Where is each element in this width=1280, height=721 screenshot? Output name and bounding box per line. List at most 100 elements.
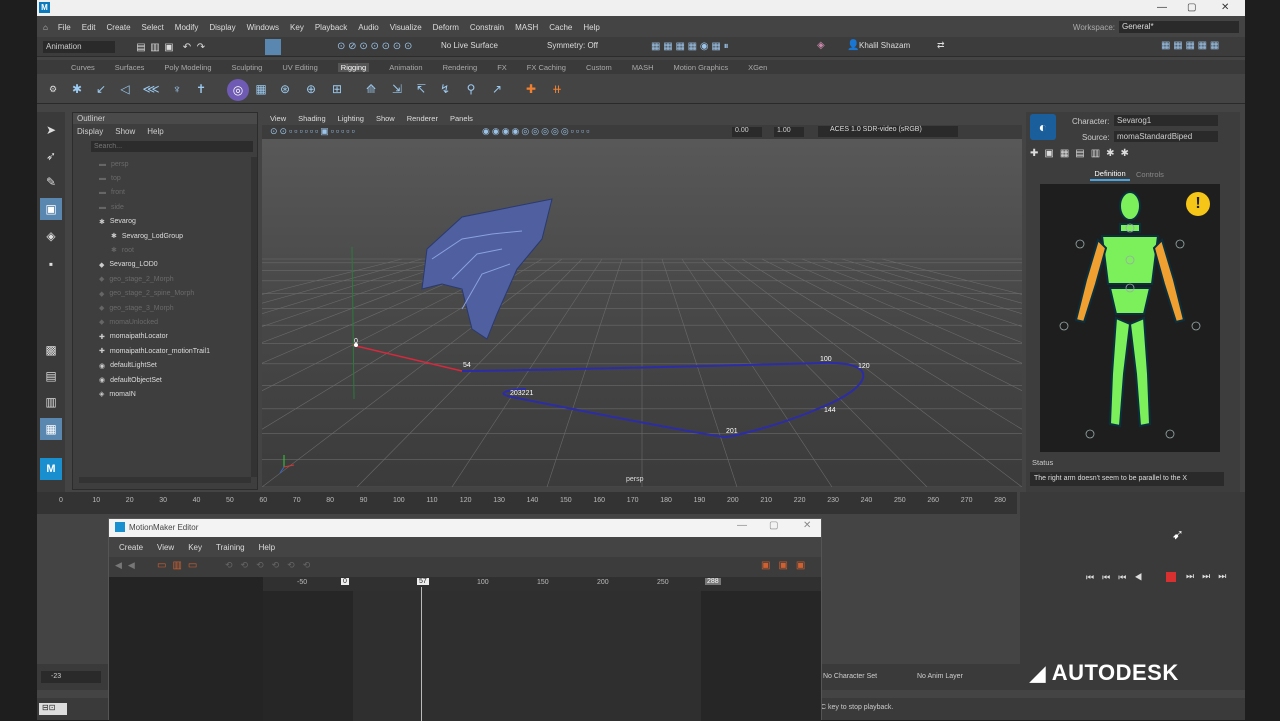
motion-trail-path[interactable] <box>461 361 865 439</box>
lasso-tool-icon[interactable]: ➶ <box>43 148 59 164</box>
menu-create[interactable]: Create <box>107 23 131 32</box>
shelf-tab-fx[interactable]: FX <box>497 63 507 72</box>
sync-icon[interactable]: ⇄ <box>937 40 945 51</box>
motionmaker-icon[interactable]: M <box>40 458 62 480</box>
mme-menu-help[interactable]: Help <box>259 543 275 552</box>
aim-constraint-icon[interactable]: ⚲ <box>463 81 479 97</box>
tab-controls[interactable]: Controls <box>1136 170 1164 179</box>
menuset-dropdown[interactable]: Animation <box>43 41 115 53</box>
motionmaker-close-button[interactable]: ✕ <box>803 520 811 531</box>
stop-button[interactable] <box>1166 572 1176 582</box>
shelf-tab-surfaces[interactable]: Surfaces <box>115 63 145 72</box>
outliner-item[interactable]: ◆ geo_stage_3_Morph <box>77 301 255 315</box>
mme-edit-icon[interactable]: ⟲⟲⟲⟲⟲⟲ <box>225 560 318 571</box>
shelf-tab-uv-editing[interactable]: UV Editing <box>282 63 317 72</box>
shelf-tab-xgen[interactable]: XGen <box>748 63 767 72</box>
outliner-item[interactable]: ✱ Sevarog_LodGroup <box>77 229 255 243</box>
outliner-menu-help[interactable]: Help <box>147 127 163 136</box>
menu-playback[interactable]: Playback <box>315 23 347 32</box>
vp-menu-shading[interactable]: Shading <box>298 114 326 123</box>
mme-tick-start[interactable]: 0 <box>341 578 349 585</box>
motionmaker-track-area[interactable]: -50 0 57 100 150 200 250 288 <box>109 577 821 721</box>
mme-current-frame[interactable]: 57 <box>417 578 429 585</box>
mme-tick-end[interactable]: 288 <box>705 578 721 585</box>
outliner-menu-display[interactable]: Display <box>77 127 103 136</box>
select-tool-icon[interactable]: ➤ <box>43 122 59 138</box>
menu-constrain[interactable]: Constrain <box>470 23 504 32</box>
outliner-item[interactable]: ◈ momaIN <box>77 387 255 401</box>
mme-menu-create[interactable]: Create <box>119 543 143 552</box>
tab-definition[interactable]: Definition <box>1090 169 1130 181</box>
save-scene-icon[interactable]: ▣ <box>161 39 177 55</box>
vp-menu-panels[interactable]: Panels <box>450 114 473 123</box>
last-tool-icon[interactable]: ▪ <box>43 256 59 272</box>
ik-spline-icon[interactable]: ◁ <box>117 81 133 97</box>
warning-icon[interactable]: ! <box>1186 192 1210 216</box>
menu-mash[interactable]: MASH <box>515 23 538 32</box>
outliner-item[interactable]: ◆ geo_stage_2_Morph <box>77 272 255 286</box>
outliner-item[interactable]: ◉ defaultObjectSet <box>77 373 255 387</box>
vp-menu-lighting[interactable]: Lighting <box>338 114 364 123</box>
menu-display[interactable]: Display <box>209 23 235 32</box>
outliner-menu-show[interactable]: Show <box>115 127 135 136</box>
scale-tool-icon[interactable]: ▣ <box>40 198 62 220</box>
outliner-item[interactable]: ▬ front <box>77 186 255 200</box>
range-start-field[interactable]: -23 <box>41 671 101 683</box>
skin-bind-icon[interactable]: ◎ <box>227 79 249 101</box>
motionmaker-maximize-button[interactable]: ▢ <box>769 520 778 531</box>
menu-windows[interactable]: Windows <box>247 23 279 32</box>
outliner-item[interactable]: ▬ side <box>77 200 255 214</box>
home-icon[interactable]: ⌂ <box>43 23 48 32</box>
shelf-tab-fx-caching[interactable]: FX Caching <box>527 63 566 72</box>
mirror-joint-icon[interactable]: ⋘ <box>142 81 159 97</box>
shelf-tab-rendering[interactable]: Rendering <box>443 63 478 72</box>
shelf-tab-curves[interactable]: Curves <box>71 63 95 72</box>
outliner-item[interactable]: ✱ root <box>77 243 255 257</box>
snap-tools-icon[interactable]: ⊙ ⊘ ⊙ ⊙ ⊙ ⊙ ⊙ <box>337 41 447 53</box>
symmetry-dropdown[interactable]: Symmetry: Off <box>547 41 598 50</box>
mme-current-time-indicator[interactable] <box>421 587 422 721</box>
shelf-tab-sculpting[interactable]: Sculpting <box>231 63 262 72</box>
outliner-item[interactable]: ◆ momaUnlocked <box>77 315 255 329</box>
menu-visualize[interactable]: Visualize <box>390 23 422 32</box>
outliner-search-input[interactable] <box>91 141 253 152</box>
hik-toolbar-icon[interactable]: ✚▣▦▤▥✱✱ <box>1030 148 1190 164</box>
layout-outliner-icon[interactable]: ▦ <box>40 418 62 440</box>
outliner-item[interactable]: ✱ Sevarog <box>77 215 255 229</box>
color-space-dropdown[interactable]: ACES 1.0 SDR-video (sRGB) <box>818 126 958 137</box>
render-tools-icon[interactable]: ▦ ▦ ▦ ▦ ◉ ▦ ⏸ <box>651 41 781 53</box>
add-control-icon[interactable]: ✚ <box>523 81 539 97</box>
mme-panel-icon[interactable]: ▣▣▣ <box>761 560 813 571</box>
layout-two-icon[interactable]: ▥ <box>43 394 59 410</box>
exposure-field[interactable]: 0.00 <box>732 127 762 137</box>
menu-select[interactable]: Select <box>142 23 164 32</box>
script-language-toggle[interactable]: ⊟⊡ <box>39 703 67 715</box>
vp-menu-show[interactable]: Show <box>376 114 395 123</box>
redo-icon[interactable]: ↷ <box>193 39 209 55</box>
mme-nav-icon[interactable]: ◀◀ <box>115 560 141 571</box>
vp-menu-view[interactable]: View <box>270 114 286 123</box>
camera-tools-icon[interactable]: ⊙⊙▫▫▫▫▫▫▣▫▫▫▫▫ <box>270 126 357 137</box>
outliner-item[interactable]: ✚ momaipathLocator_motionTrail1 <box>77 344 255 358</box>
control-curve-icon[interactable]: ⧺ <box>549 81 565 97</box>
blend-shape-icon[interactable]: ⊕ <box>303 81 319 97</box>
character-mesh[interactable] <box>421 198 553 340</box>
pole-vector-icon[interactable]: ↗ <box>489 81 505 97</box>
human-ik-icon[interactable]: ✝ <box>193 81 209 97</box>
outliner-item[interactable]: ▬ persp <box>77 157 255 171</box>
anim-layer-dropdown[interactable]: No Anim Layer <box>917 673 963 680</box>
menu-modify[interactable]: Modify <box>175 23 199 32</box>
menu-file[interactable]: File <box>58 23 71 32</box>
menu-cache[interactable]: Cache <box>549 23 572 32</box>
scale-constraint-icon[interactable]: ↯ <box>437 81 453 97</box>
mme-menu-training[interactable]: Training <box>216 543 245 552</box>
mme-menu-view[interactable]: View <box>157 543 174 552</box>
perspective-viewport[interactable]: View Shading Lighting Show Renderer Pane… <box>262 112 1022 487</box>
shading-tools-icon[interactable]: ◉◉◉◉◎◎◎◎◎▫▫▫▫ <box>482 126 591 137</box>
maximize-button[interactable]: ▢ <box>1187 2 1196 13</box>
menu-help[interactable]: Help <box>583 23 599 32</box>
ik-handle-icon[interactable]: ↙ <box>93 81 109 97</box>
orient-constraint-icon[interactable]: ↸ <box>413 81 429 97</box>
character-dropdown[interactable]: Sevarog1 <box>1114 115 1218 126</box>
motionmaker-minimize-button[interactable]: — <box>737 520 747 531</box>
